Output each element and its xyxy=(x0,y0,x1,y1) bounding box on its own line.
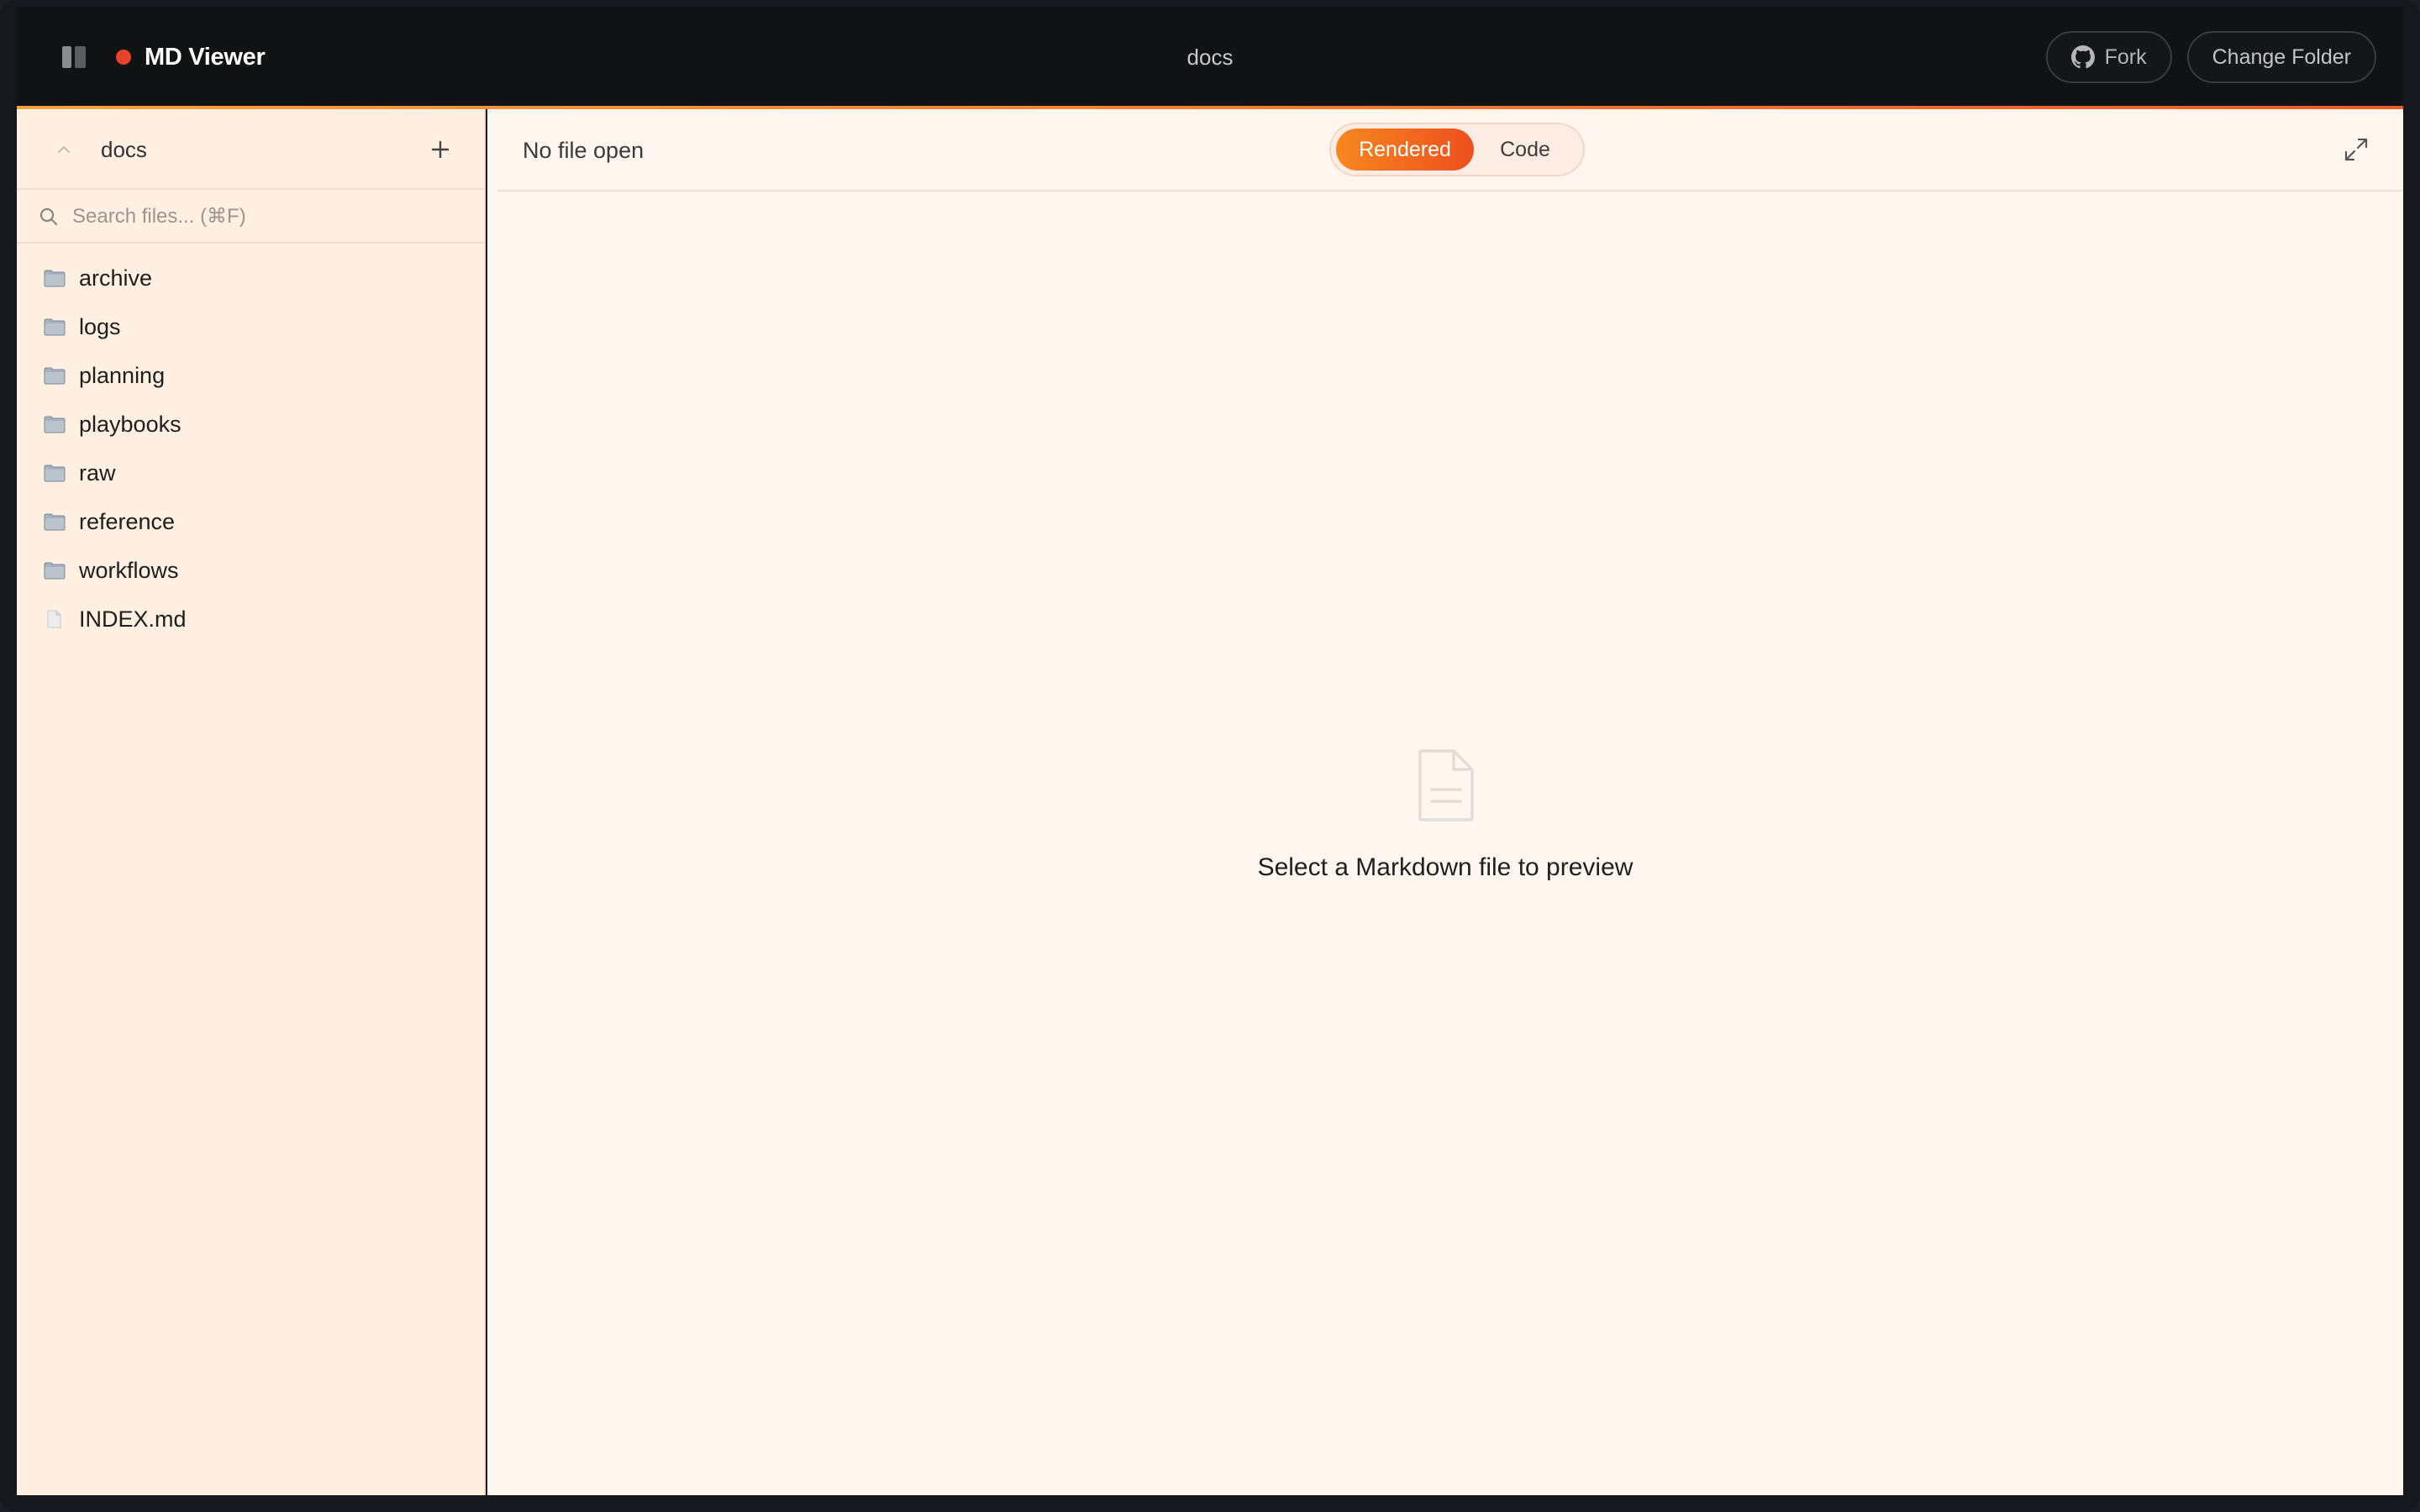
sidebar-root-name: docs xyxy=(101,136,147,162)
title-bar-right: Fork Change Folder xyxy=(2045,7,2376,108)
file-icon xyxy=(44,610,66,628)
sidebar-toggle-icon[interactable] xyxy=(57,40,91,74)
folder-icon xyxy=(44,269,66,287)
folder-icon xyxy=(44,415,66,433)
chevron-up-icon[interactable] xyxy=(54,139,74,160)
preview-pane: No file open Rendered Code Select a Mark… xyxy=(487,109,2403,1495)
tree-item-label: playbooks xyxy=(79,411,182,437)
app-window: MD Viewer docs Fork Change Folder docs S… xyxy=(0,0,2420,1512)
tree-item-label: archive xyxy=(79,265,153,291)
folder-icon xyxy=(44,366,66,385)
plus-icon[interactable] xyxy=(425,134,455,165)
tree-item-reference[interactable]: reference xyxy=(17,497,484,546)
empty-state-message: Select a Markdown file to preview xyxy=(1257,853,1634,881)
tree-item-logs[interactable]: logs xyxy=(17,302,484,351)
view-mode-toggle: Rendered Code xyxy=(1329,123,1585,176)
fork-button-label: Fork xyxy=(2104,45,2147,69)
open-file-title: No file open xyxy=(523,137,644,163)
tree-item-label: reference xyxy=(79,508,176,534)
expand-icon[interactable] xyxy=(2341,134,2371,165)
folder-icon xyxy=(44,464,66,482)
title-bar-left: MD Viewer xyxy=(57,7,266,108)
code-mode-button[interactable]: Code xyxy=(1474,129,1576,171)
tree-item-planning[interactable]: planning xyxy=(17,351,484,400)
sidebar-header: docs xyxy=(17,109,484,190)
fork-button[interactable]: Fork xyxy=(2045,31,2172,83)
tree-item-workflows[interactable]: workflows xyxy=(17,546,484,595)
tree-item-archive[interactable]: archive xyxy=(17,254,484,302)
tree-item-label: logs xyxy=(79,313,121,339)
search-icon xyxy=(39,207,58,226)
file-tree: archive logs planning playbooks raw refe… xyxy=(17,244,484,643)
change-folder-button[interactable]: Change Folder xyxy=(2186,31,2376,83)
tree-item-label: planning xyxy=(79,362,166,388)
preview-header: No file open Rendered Code xyxy=(497,109,2403,192)
search-input[interactable] xyxy=(71,197,466,237)
tree-item-index-md[interactable]: INDEX.md xyxy=(17,595,484,643)
tree-item-label: raw xyxy=(79,459,116,486)
folder-icon xyxy=(44,512,66,531)
tree-item-label: INDEX.md xyxy=(79,606,187,632)
github-icon xyxy=(2070,45,2095,69)
rendered-mode-button[interactable]: Rendered xyxy=(1336,129,1474,171)
app-name: MD Viewer xyxy=(145,43,266,71)
search-bar xyxy=(17,190,484,244)
tree-item-playbooks[interactable]: playbooks xyxy=(17,400,484,449)
folder-icon xyxy=(44,318,66,336)
empty-state: Select a Markdown file to preview xyxy=(487,748,2403,882)
app-status-dot xyxy=(116,50,131,65)
folder-icon xyxy=(44,561,66,580)
tree-item-label: workflows xyxy=(79,557,179,583)
tree-item-raw[interactable]: raw xyxy=(17,449,484,497)
file-sidebar: docs archive xyxy=(17,109,486,1495)
title-bar: MD Viewer docs Fork Change Folder xyxy=(17,7,2403,108)
document-icon xyxy=(1418,749,1474,822)
